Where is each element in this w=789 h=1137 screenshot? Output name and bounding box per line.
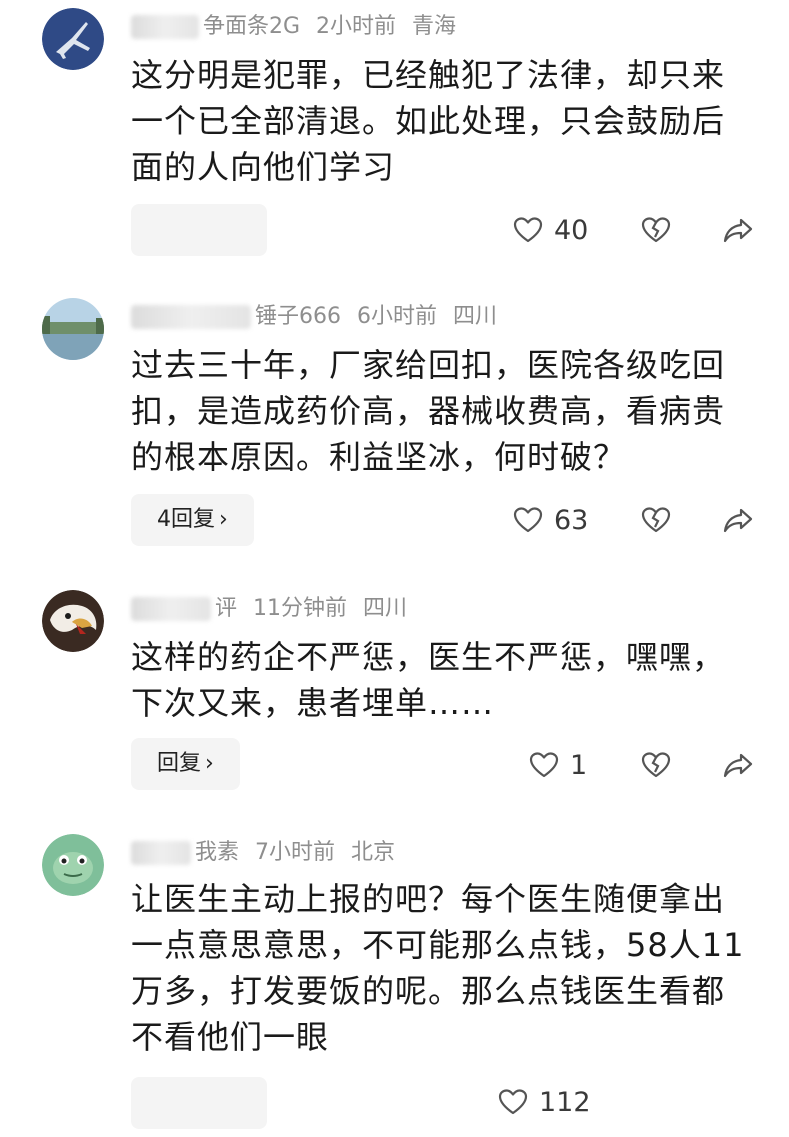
comment-text: 让医生主动上报的吧？每个医生随便拿出一点意思意思，不可能那么点钱，58人11万多… (131, 880, 745, 1056)
comment-meta: 争面条2G 2小时前 青海 (131, 10, 456, 44)
comment-meta: 锤子666 6小时前 四川 (131, 300, 497, 334)
blurred-username (131, 305, 251, 329)
comment-time: 2小时前 (316, 14, 397, 39)
blurred-username (131, 15, 199, 39)
frog-avatar[interactable] (42, 834, 104, 896)
blurred-username (131, 841, 191, 865)
dislike-button[interactable] (640, 210, 672, 250)
username[interactable]: 评 (215, 596, 237, 621)
like-button[interactable]: 63 (512, 500, 588, 540)
share-arrow-icon (723, 508, 753, 533)
dislike-button[interactable] (640, 745, 672, 785)
like-button[interactable]: 40 (512, 210, 588, 250)
comment-text: 过去三十年，厂家给回扣，医院各级吃回扣，是造成药价高，器械收费高，看病贵的根本原… (131, 346, 726, 476)
share-button[interactable] (722, 500, 754, 540)
comment-actions: 63 (0, 500, 789, 540)
like-count: 63 (554, 504, 589, 536)
like-count: 40 (554, 214, 589, 246)
comment-time: 11分钟前 (253, 596, 348, 621)
like-button[interactable]: 112 (497, 1082, 591, 1122)
share-arrow-icon (723, 753, 753, 778)
comment-time: 6小时前 (357, 304, 437, 329)
broken-heart-icon (641, 217, 671, 243)
like-button[interactable]: 1 (528, 745, 587, 785)
fighter-jet-avatar[interactable] (42, 8, 104, 70)
share-arrow-icon (723, 218, 753, 243)
comment-location: 青海 (412, 14, 457, 39)
heart-icon (529, 752, 559, 778)
comment-text: 这样的药企不严惩，医生不严惩，嘿嘿，下次又来，患者埋单…… (131, 638, 726, 722)
comment-actions: 40 (0, 210, 789, 250)
comment-meta: 我素 7小时前 北京 (131, 836, 395, 870)
comment-location: 四川 (363, 596, 408, 621)
like-count: 1 (570, 749, 588, 781)
username[interactable]: 争面条2G (203, 14, 300, 39)
heart-icon (513, 217, 543, 243)
landscape-avatar[interactable] (42, 298, 104, 360)
username[interactable]: 锤子666 (255, 304, 341, 329)
eagle-avatar[interactable] (42, 590, 104, 652)
heart-icon (513, 507, 543, 533)
blurred-username (131, 597, 211, 621)
comment-location: 四川 (453, 304, 498, 329)
comment-actions: 1 (0, 745, 789, 785)
comment-location: 北京 (351, 840, 396, 865)
comment-actions: 112 (0, 1082, 789, 1122)
share-button[interactable] (722, 210, 754, 250)
broken-heart-icon (641, 507, 671, 533)
comment-meta: 评 11分钟前 四川 (131, 592, 407, 626)
broken-heart-icon (641, 752, 671, 778)
comment-text: 这分明是犯罪，已经触犯了法律，却只来一个已全部清退。如此处理，只会鼓励后面的人向… (131, 56, 726, 186)
heart-icon (498, 1089, 528, 1115)
share-button[interactable] (722, 745, 754, 785)
dislike-button[interactable] (640, 500, 672, 540)
comment-time: 7小时前 (255, 840, 336, 865)
username[interactable]: 我素 (195, 840, 239, 865)
like-count: 112 (539, 1086, 591, 1118)
